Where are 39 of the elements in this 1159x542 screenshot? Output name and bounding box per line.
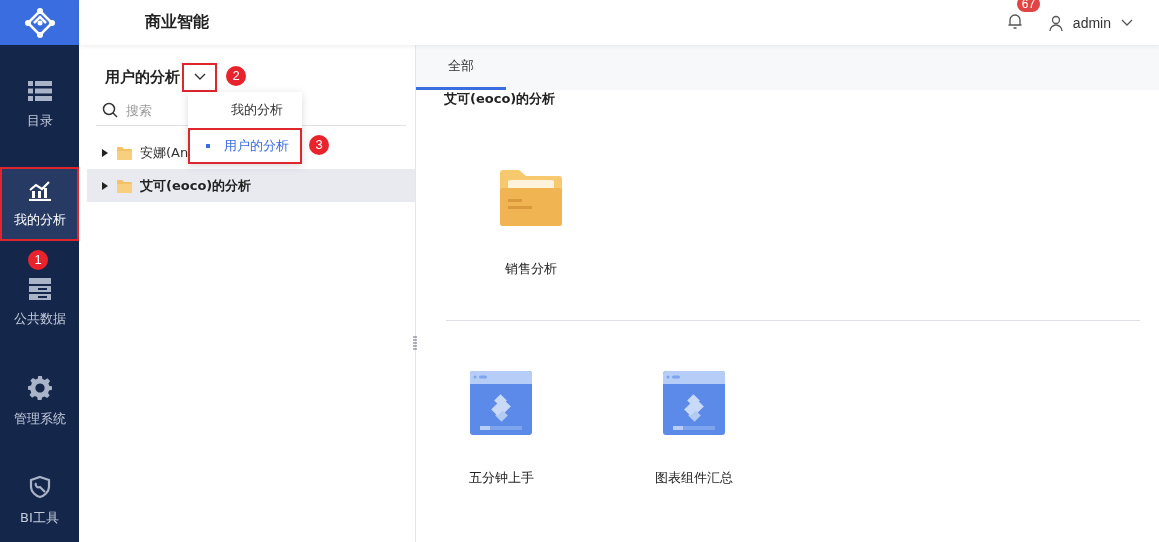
app-window-icon bbox=[663, 371, 725, 435]
nav-item[interactable]: BI工具 bbox=[0, 464, 79, 538]
storage-icon bbox=[28, 278, 51, 300]
search-icon bbox=[102, 102, 118, 118]
menu-item[interactable]: 用户的分析 bbox=[188, 128, 302, 164]
bullet-icon bbox=[206, 144, 210, 148]
file-card[interactable]: 五分钟上手 bbox=[446, 371, 556, 487]
file-card[interactable]: 图表组件汇总 bbox=[639, 371, 749, 487]
section-title: 艾可(eoco)的分析 bbox=[444, 90, 557, 108]
panel-title: 用户的分析 bbox=[105, 67, 180, 87]
folder-icon bbox=[117, 178, 132, 193]
step-number-badge: 3 bbox=[309, 135, 329, 155]
chevron-down-icon bbox=[193, 73, 206, 81]
app-title: 商业智能 bbox=[145, 12, 209, 33]
tab[interactable]: 全部 bbox=[416, 45, 506, 90]
tree-item[interactable]: 艾可(eoco)的分析 bbox=[87, 169, 415, 202]
user-name[interactable]: admin bbox=[1072, 14, 1111, 31]
expand-arrow-icon bbox=[101, 147, 109, 158]
step-number-badge: 1 bbox=[28, 250, 48, 270]
user-icon bbox=[1048, 14, 1063, 31]
folder-icon bbox=[117, 145, 132, 160]
shield-wrench-icon bbox=[28, 475, 51, 499]
dropdown-toggle[interactable] bbox=[182, 62, 217, 92]
step-number-badge: 2 bbox=[226, 66, 246, 86]
folder-icon bbox=[500, 170, 562, 226]
list-icon bbox=[27, 80, 52, 102]
resize-handle-icon[interactable] bbox=[413, 336, 417, 350]
file-card[interactable]: 销售分析 bbox=[476, 170, 586, 278]
nav-item[interactable]: 管理系统 bbox=[0, 365, 79, 439]
caret-icon[interactable] bbox=[1121, 18, 1133, 27]
nav-item[interactable]: 目录 bbox=[0, 68, 79, 142]
menu-item[interactable]: 我的分析 bbox=[188, 92, 302, 128]
gear-icon bbox=[27, 376, 52, 400]
expand-arrow-icon bbox=[101, 180, 109, 191]
logo-icon bbox=[23, 6, 56, 39]
bar-chart-icon bbox=[27, 179, 52, 201]
app-window-icon bbox=[470, 371, 532, 435]
notification-count-badge: 67 bbox=[1016, 0, 1041, 12]
bell-icon[interactable] bbox=[1006, 11, 1023, 30]
